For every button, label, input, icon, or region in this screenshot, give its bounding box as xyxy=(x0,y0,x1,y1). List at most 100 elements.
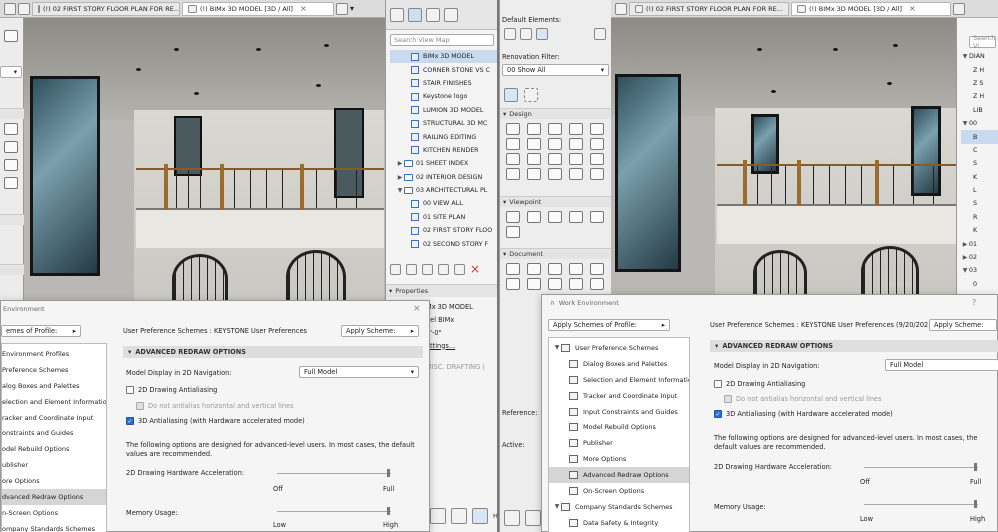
3d-viewport-left[interactable] xyxy=(24,18,385,300)
memory-knob[interactable] xyxy=(974,500,977,508)
project-map-icon[interactable] xyxy=(390,7,404,22)
nav-item[interactable]: STAIR FINISHES xyxy=(390,77,498,90)
tab-floor-plan[interactable]: (!) 02 FIRST STORY FLOOR PLAN FOR RE... xyxy=(32,1,180,16)
fill-tool-icon[interactable] xyxy=(590,263,604,275)
apply-scheme-button[interactable]: Apply Scheme: ▸ xyxy=(341,325,419,337)
view-map-icon[interactable] xyxy=(408,7,422,22)
chevron-right-icon[interactable]: ▶ xyxy=(396,174,404,181)
memory-slider[interactable] xyxy=(277,511,391,512)
viewpoint-section[interactable]: ▾ Viewpoint xyxy=(500,196,612,207)
aa3d-checkbox[interactable]: ✓ xyxy=(714,410,722,418)
nav-item[interactable]: CORNER STONE VS C xyxy=(390,63,498,76)
printer-icon[interactable] xyxy=(594,28,606,40)
tree-item[interactable]: Dialog Boxes and Palettes xyxy=(549,356,689,372)
3d-viewport-right[interactable] xyxy=(611,18,956,294)
tool-icon[interactable] xyxy=(4,123,18,135)
dimension-tool-icon[interactable] xyxy=(506,263,520,275)
memory-knob[interactable] xyxy=(387,507,390,515)
tree-item[interactable]: Tracker and Coordinate Input xyxy=(549,388,689,404)
railing-tool-icon[interactable] xyxy=(548,138,562,150)
tree-item-selected[interactable]: Advanced Redraw Options xyxy=(549,467,689,484)
prop-value[interactable]: 1'-0" xyxy=(426,326,496,339)
tree-item[interactable]: ompany Standards Schemes xyxy=(2,521,106,532)
arrow-tool-icon[interactable] xyxy=(504,88,518,102)
opening-tool-icon[interactable] xyxy=(527,168,541,180)
worksheet-tool-icon[interactable] xyxy=(569,211,583,223)
zone-tool-icon[interactable] xyxy=(569,153,583,165)
close-icon[interactable]: × xyxy=(300,4,307,13)
label-tool-icon[interactable] xyxy=(569,263,583,275)
tree-group[interactable]: ▼ User Preference Schemes xyxy=(549,340,689,356)
nav-folder[interactable]: ▶ 01 SHEET INDEX xyxy=(390,157,498,170)
tree-item[interactable]: n-Screen Options xyxy=(2,505,106,521)
model-display-select[interactable]: Full Model ▾ xyxy=(299,366,419,378)
chevron-down-icon[interactable]: ▼ xyxy=(396,187,404,194)
tree-item[interactable]: Preference Schemes xyxy=(2,362,106,378)
hw-accel-knob[interactable] xyxy=(974,463,977,471)
marquee-tool-icon[interactable] xyxy=(524,88,538,102)
tree-item[interactable]: Model Rebuild Options xyxy=(549,419,689,435)
new-folder-icon[interactable] xyxy=(422,264,433,275)
nav-item[interactable]: KITCHEN RENDER xyxy=(390,144,498,157)
tree-item[interactable]: Publisher xyxy=(549,435,689,451)
nav-item[interactable]: Z H xyxy=(961,63,998,76)
aa2d-checkbox[interactable] xyxy=(714,380,722,388)
camera-tool-icon[interactable] xyxy=(506,226,520,238)
settings-icon[interactable] xyxy=(438,264,449,275)
publisher-icon[interactable] xyxy=(444,7,458,22)
roof-tool-icon[interactable] xyxy=(590,123,604,135)
fit-icon[interactable] xyxy=(451,508,467,524)
tree-item[interactable]: ore Options xyxy=(2,473,106,489)
layout-book-icon[interactable] xyxy=(426,7,440,22)
nav-folder[interactable]: ▶ 02 xyxy=(961,251,998,264)
section-header[interactable]: ▾ ADVANCED REDRAW OPTIONS xyxy=(710,340,998,352)
lamp-tool-icon[interactable] xyxy=(548,168,562,180)
tree-item[interactable]: Data Safety & Integrity xyxy=(549,515,689,531)
tree-item[interactable]: racker and Coordinate Input xyxy=(2,410,106,426)
tree-item[interactable]: onstraints and Guides xyxy=(2,425,106,441)
window-tool-icon[interactable] xyxy=(590,138,604,150)
nav-folder[interactable]: ▼ 00 xyxy=(961,117,998,130)
elevation-tool-icon[interactable] xyxy=(527,211,541,223)
section-tool-icon[interactable] xyxy=(506,211,520,223)
hw-accel-slider[interactable] xyxy=(864,467,978,468)
help-icon[interactable]: ? xyxy=(972,298,976,307)
nav-item[interactable]: 00 VIEW ALL xyxy=(390,197,498,210)
renovation-select[interactable]: ▾ xyxy=(0,66,22,78)
wall-tool-icon[interactable] xyxy=(506,123,520,135)
nav-item[interactable]: Keystone logo xyxy=(390,90,498,103)
search-input[interactable]: Search View Map xyxy=(390,34,494,46)
tree-item[interactable]: Environment Profiles xyxy=(2,346,106,362)
text-tool-icon[interactable] xyxy=(548,263,562,275)
nav-folder[interactable]: ▶ 02 INTERIOR DESIGN xyxy=(390,171,498,184)
nav-item[interactable]: 02 FIRST STORY FLOO xyxy=(390,224,498,237)
document-section[interactable]: ▾ Document xyxy=(500,248,612,259)
chevron-down-icon[interactable]: ▼ xyxy=(553,344,561,351)
nav-item[interactable]: L xyxy=(961,184,998,197)
nav-folder[interactable]: ▼ 03 ARCHITECTURAL PL xyxy=(390,184,498,197)
close-icon[interactable]: × xyxy=(909,4,916,13)
aa3d-row[interactable]: ✓ 3D Antialiasing (with Hardware acceler… xyxy=(714,410,893,418)
figure-tool-icon[interactable] xyxy=(590,278,604,290)
level-dimension-tool-icon[interactable] xyxy=(527,263,541,275)
corner-window-tool-icon[interactable] xyxy=(569,168,583,180)
clone-view-icon[interactable] xyxy=(406,264,417,275)
curtain-wall-tool-icon[interactable] xyxy=(506,153,520,165)
apply-schemes-dropdown[interactable]: Apply Schemes of Profile: ▸ xyxy=(548,319,670,331)
section-header[interactable]: ▾ ADVANCED REDRAW OPTIONS xyxy=(123,346,423,358)
search-input[interactable]: Search Vi xyxy=(969,34,996,50)
aa3d-row[interactable]: ✓ 3D Antialiasing (with Hardware acceler… xyxy=(126,417,305,425)
beam-tool-icon[interactable] xyxy=(548,123,562,135)
tool-icon[interactable] xyxy=(4,159,18,171)
tree-item[interactable]: More Options xyxy=(549,451,689,467)
tree-item[interactable]: On-Screen Options xyxy=(549,483,689,499)
arc-tool-icon[interactable] xyxy=(527,278,541,290)
tree-item[interactable]: Selection and Element Informatic xyxy=(549,372,689,388)
nav-item[interactable]: BIMx 3D MODEL xyxy=(390,50,498,64)
chevron-right-icon[interactable]: ▶ xyxy=(396,160,404,167)
column-tool-icon[interactable] xyxy=(527,123,541,135)
nav-item[interactable]: LIB xyxy=(961,104,998,117)
chevron-down-icon[interactable]: ▾ xyxy=(350,4,354,13)
nav-item[interactable]: LUMION 3D MODEL xyxy=(390,104,498,117)
nav-item[interactable]: K xyxy=(961,224,998,237)
